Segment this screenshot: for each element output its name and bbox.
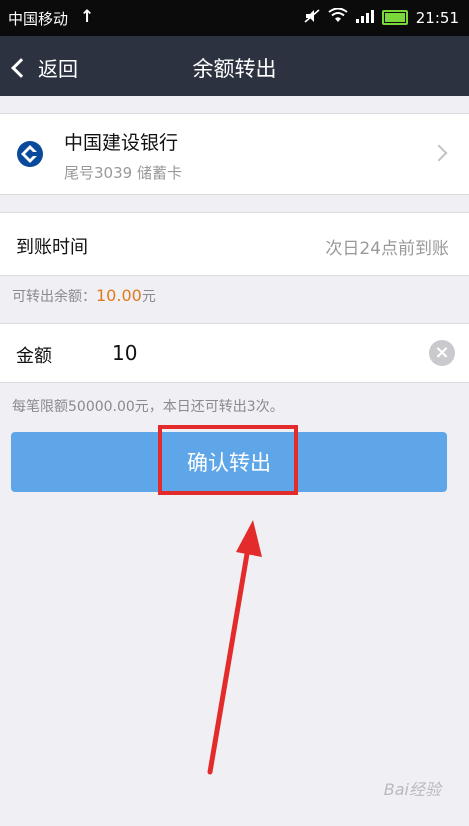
available-balance-label: 可转出余额： xyxy=(12,289,96,305)
chevron-right-icon xyxy=(430,144,448,162)
amount-row: 金额 × xyxy=(0,323,469,383)
upload-arrow-icon: ↑ xyxy=(80,7,95,27)
arrival-time-label: 到账时间 xyxy=(16,237,88,258)
available-balance-amount: 10.00 xyxy=(96,286,142,305)
wifi-icon xyxy=(328,7,348,27)
limit-note: 每笔限额50000.00元，本日还可转出3次。 xyxy=(12,399,284,415)
arrival-time-row: 到账时间 次日24点前到账 xyxy=(0,212,469,276)
clock: 21:51 xyxy=(415,8,459,27)
battery-icon xyxy=(381,10,408,25)
bank-card-number: 尾号3039 储蓄卡 xyxy=(64,164,182,182)
bank-name: 中国建设银行 xyxy=(64,132,179,154)
status-bar: 中国移动 ↑ 21:51 xyxy=(0,0,469,36)
watermark-logo: Bai经验 xyxy=(383,780,441,799)
carrier-name: 中国移动 xyxy=(8,10,69,28)
mute-icon xyxy=(304,8,320,27)
available-balance: 可转出余额：10.00元 xyxy=(12,286,156,306)
signal-icon xyxy=(355,9,374,27)
ccb-bank-logo-icon xyxy=(17,141,43,167)
status-icons: 21:51 xyxy=(304,7,459,27)
available-balance-unit: 元 xyxy=(141,289,156,305)
amount-input[interactable] xyxy=(112,338,392,368)
page-title: 余额转出 xyxy=(192,57,277,81)
confirm-transfer-button[interactable]: 确认转出 xyxy=(11,432,447,492)
bank-card-selector[interactable]: 中国建设银行 尾号3039 储蓄卡 xyxy=(0,113,469,195)
confirm-transfer-label: 确认转出 xyxy=(187,451,271,475)
arrival-time-value: 次日24点前到账 xyxy=(325,239,449,259)
clear-icon[interactable]: × xyxy=(429,340,455,366)
nav-bar: 返回 余额转出 xyxy=(0,36,469,96)
amount-label: 金额 xyxy=(16,346,52,367)
